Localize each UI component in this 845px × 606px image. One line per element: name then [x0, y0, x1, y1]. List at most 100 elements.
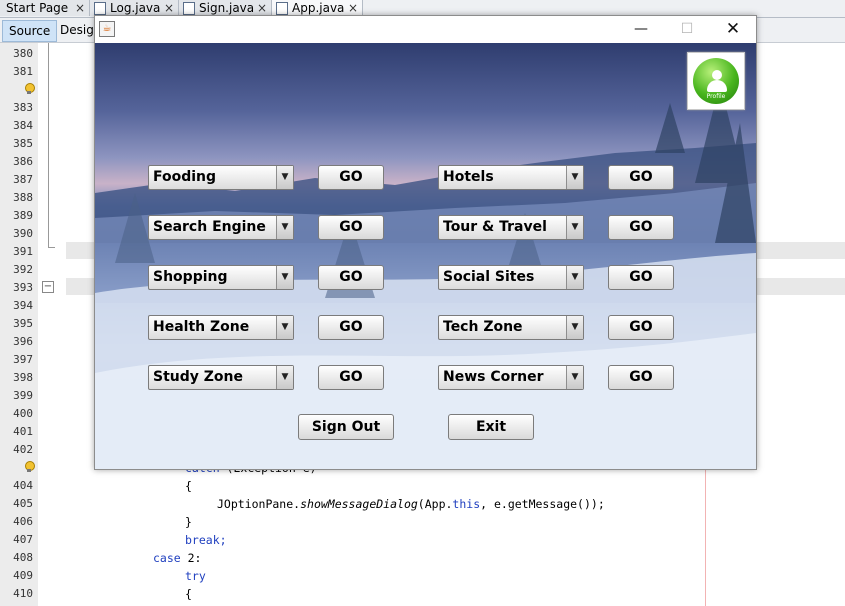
code-text: (App.	[417, 497, 453, 511]
line-number: 410	[13, 587, 33, 600]
close-icon[interactable]: ×	[75, 0, 85, 16]
code-line-407: break;	[185, 533, 227, 547]
source-tab[interactable]: Source	[2, 20, 58, 42]
close-icon[interactable]: ×	[348, 0, 358, 16]
profile-icon: Profile	[693, 58, 739, 104]
search-engine-go-button[interactable]: GO	[318, 215, 384, 240]
tab-log-java[interactable]: Log.java ×	[90, 0, 179, 16]
dropdown-arrow-icon[interactable]: ▼	[276, 316, 293, 339]
line-number: 406	[13, 515, 33, 528]
line-number: 397	[13, 353, 33, 366]
dropdown-arrow-icon[interactable]: ▼	[566, 366, 583, 389]
fold-guide-end	[48, 247, 55, 248]
dropdown-arrow-icon[interactable]: ▼	[276, 366, 293, 389]
line-number: 408	[13, 551, 33, 564]
tab-sign-java[interactable]: Sign.java ×	[179, 0, 272, 16]
hint-bulb-icon[interactable]	[24, 461, 35, 473]
window-titlebar[interactable]: ☕ — ☐ ✕	[95, 16, 756, 43]
dropdown-arrow-icon[interactable]: ▼	[276, 216, 293, 239]
code-line-409: try	[185, 569, 206, 583]
tab-label: Sign.java	[199, 1, 255, 15]
code-text: JOptionPane.	[217, 497, 301, 511]
sign-out-button[interactable]: Sign Out	[298, 414, 394, 440]
line-number: 398	[13, 371, 33, 384]
line-number: 396	[13, 335, 33, 348]
profile-button[interactable]: Profile	[687, 52, 745, 110]
social-sites-combo[interactable]: Social Sites ▼	[438, 265, 584, 290]
line-number: 393	[13, 281, 33, 294]
tab-label: Start Page	[6, 1, 69, 15]
news-corner-go-button[interactable]: GO	[608, 365, 674, 390]
code-text: , e.getMessage());	[480, 497, 605, 511]
code-keyword: this	[452, 497, 481, 511]
code-text: 2:	[180, 551, 202, 565]
combo-value: Social Sites	[443, 269, 535, 285]
line-number: 401	[13, 425, 33, 438]
fold-collapse-icon[interactable]: −	[42, 281, 54, 293]
code-line-406: }	[185, 515, 192, 529]
tour-travel-combo[interactable]: Tour & Travel ▼	[438, 215, 584, 240]
study-zone-combo[interactable]: Study Zone ▼	[148, 365, 294, 390]
line-number: 402	[13, 443, 33, 456]
hint-bulb-icon[interactable]	[24, 83, 35, 95]
code-line-410: {	[185, 587, 192, 601]
line-number: 381	[13, 65, 33, 78]
social-sites-go-button[interactable]: GO	[608, 265, 674, 290]
line-number: 395	[13, 317, 33, 330]
code-line-408: case 2:	[153, 551, 201, 565]
fooding-go-button[interactable]: GO	[318, 165, 384, 190]
combo-value: Hotels	[443, 169, 494, 185]
shopping-combo[interactable]: Shopping ▼	[148, 265, 294, 290]
java-file-icon	[183, 2, 195, 15]
close-button[interactable]: ✕	[710, 16, 756, 43]
news-corner-combo[interactable]: News Corner ▼	[438, 365, 584, 390]
line-number: 392	[13, 263, 33, 276]
exit-button[interactable]: Exit	[448, 414, 534, 440]
maximize-button[interactable]: ☐	[664, 16, 710, 43]
profile-label: Profile	[706, 93, 726, 100]
hotels-go-button[interactable]: GO	[608, 165, 674, 190]
dropdown-arrow-icon[interactable]: ▼	[276, 166, 293, 189]
fooding-combo[interactable]: Fooding ▼	[148, 165, 294, 190]
line-number: 390	[13, 227, 33, 240]
tab-label: App.java	[292, 1, 345, 15]
health-zone-combo[interactable]: Health Zone ▼	[148, 315, 294, 340]
dropdown-arrow-icon[interactable]: ▼	[566, 216, 583, 239]
line-number: 380	[13, 47, 33, 60]
code-line-405: JOptionPane.showMessageDialog(App.this, …	[217, 497, 605, 511]
minimize-button[interactable]: —	[618, 16, 664, 43]
app-dialog-window: ☕ — ☐ ✕ Profile Fooding ▼ GO Search Engi…	[94, 15, 757, 470]
code-keyword: case	[153, 551, 181, 565]
line-number: 400	[13, 407, 33, 420]
tab-label: Log.java	[110, 1, 161, 15]
dropdown-arrow-icon[interactable]: ▼	[276, 266, 293, 289]
dropdown-arrow-icon[interactable]: ▼	[566, 166, 583, 189]
line-number: 385	[13, 137, 33, 150]
combo-value: News Corner	[443, 369, 544, 385]
code-line-404: {	[185, 479, 192, 493]
tour-travel-go-button[interactable]: GO	[608, 215, 674, 240]
line-number: 388	[13, 191, 33, 204]
dropdown-arrow-icon[interactable]: ▼	[566, 316, 583, 339]
fold-guide	[48, 43, 49, 248]
line-number: 409	[13, 569, 33, 582]
close-icon[interactable]: ×	[257, 0, 267, 16]
line-number: 407	[13, 533, 33, 546]
line-number: 405	[13, 497, 33, 510]
health-zone-go-button[interactable]: GO	[318, 315, 384, 340]
dropdown-arrow-icon[interactable]: ▼	[566, 266, 583, 289]
line-number: 383	[13, 101, 33, 114]
tech-zone-combo[interactable]: Tech Zone ▼	[438, 315, 584, 340]
java-file-icon	[276, 2, 288, 15]
combo-value: Fooding	[153, 169, 217, 185]
winter-background-panel: Profile Fooding ▼ GO Search Engine ▼ GO …	[95, 43, 756, 469]
tab-start-page[interactable]: Start Page ×	[0, 0, 90, 16]
tab-app-java[interactable]: App.java ×	[272, 0, 363, 16]
tech-zone-go-button[interactable]: GO	[608, 315, 674, 340]
search-engine-combo[interactable]: Search Engine ▼	[148, 215, 294, 240]
shopping-go-button[interactable]: GO	[318, 265, 384, 290]
hotels-combo[interactable]: Hotels ▼	[438, 165, 584, 190]
close-icon[interactable]: ×	[164, 0, 174, 16]
study-zone-go-button[interactable]: GO	[318, 365, 384, 390]
java-file-icon	[94, 2, 106, 15]
